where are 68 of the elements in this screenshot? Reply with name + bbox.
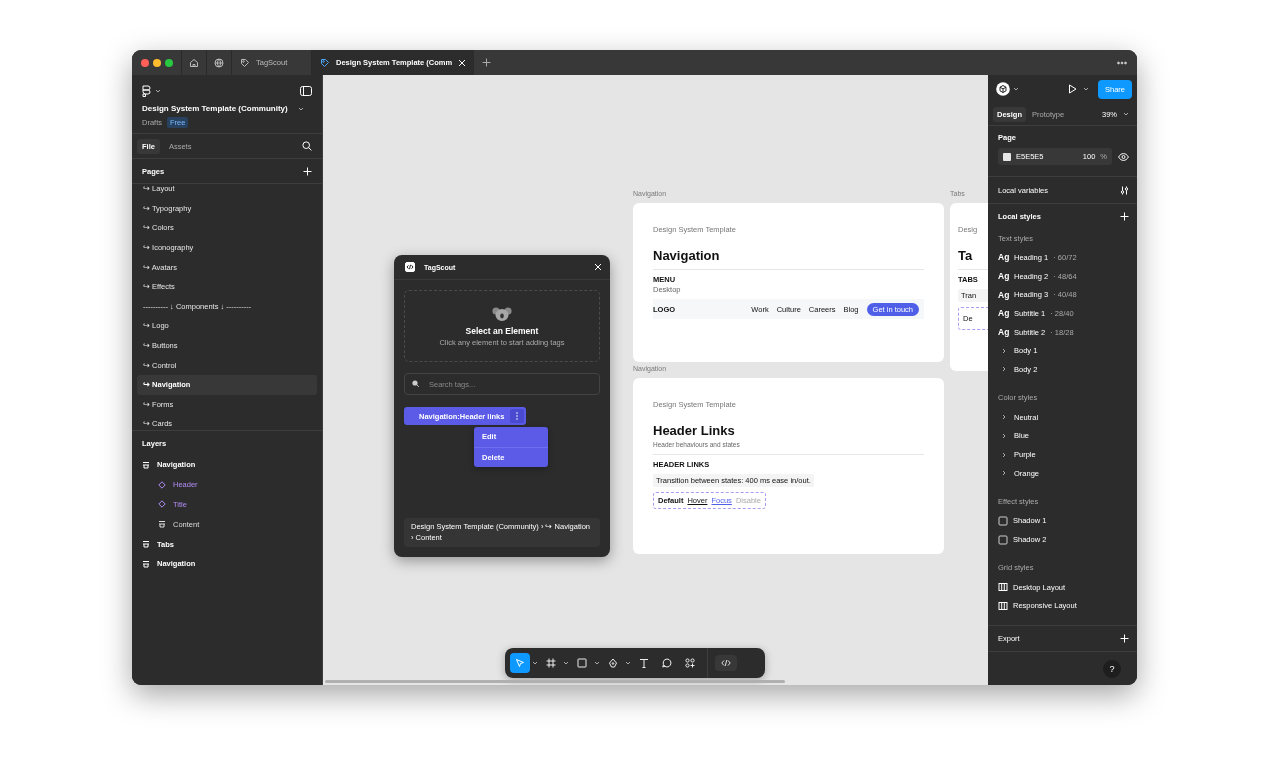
shapes-icon[interactable]	[685, 658, 695, 668]
pen-icon[interactable]	[608, 658, 618, 668]
chevron-icon[interactable]	[1013, 87, 1019, 91]
close-button[interactable]	[141, 58, 149, 67]
tool-button[interactable]	[510, 653, 530, 673]
text-style-sample: Ag	[998, 308, 1009, 319]
scrollbar[interactable]	[325, 680, 785, 683]
comment-icon[interactable]	[662, 658, 672, 668]
sliders-icon[interactable]	[1120, 185, 1129, 195]
zoom-button[interactable]	[165, 58, 173, 67]
sidebar-icon[interactable]	[300, 86, 312, 96]
code-icon	[405, 262, 415, 272]
frame-heading: Navigation	[653, 248, 721, 263]
grid-icon	[998, 582, 1008, 593]
text-style-sample: Ag	[998, 271, 1009, 282]
text-style-sample: Ag	[998, 327, 1009, 338]
koala-icon	[492, 305, 512, 322]
chevron-icon[interactable]	[563, 661, 569, 665]
eye-icon[interactable]	[1118, 152, 1129, 161]
kebab-drawing	[516, 412, 519, 420]
diamond-icon	[158, 500, 166, 509]
search-icon	[412, 380, 419, 387]
square-icon	[998, 534, 1008, 545]
frame-icon	[142, 540, 150, 549]
help-button[interactable]: ?	[1103, 659, 1121, 678]
diamond-icon	[158, 480, 166, 489]
chevron-icon[interactable]	[297, 106, 304, 111]
chevron-icon[interactable]	[155, 89, 161, 93]
grid-icon	[998, 600, 1008, 611]
square-icon[interactable]	[577, 658, 587, 668]
code-icon	[721, 659, 731, 667]
file-title[interactable]: Design System Template (Community)	[142, 104, 288, 113]
home-icon[interactable]	[189, 57, 199, 68]
close-icon[interactable]	[594, 263, 602, 271]
text-icon[interactable]	[639, 658, 649, 668]
chevron-icon[interactable]	[1001, 414, 1006, 421]
frame-heading: Header Links	[653, 423, 736, 438]
chevron-icon[interactable]	[625, 661, 631, 665]
chevron-icon[interactable]	[1001, 347, 1006, 354]
close-icon[interactable]	[458, 58, 467, 67]
chevron-icon[interactable]	[1001, 470, 1006, 477]
more-icon[interactable]	[1117, 60, 1127, 65]
text-style-sample: Ag	[998, 289, 1009, 300]
chevron-icon[interactable]	[1001, 451, 1006, 458]
text-style-sample: Ag	[998, 252, 1009, 263]
frame-icon	[142, 460, 150, 469]
frame-heading: Ta	[958, 248, 974, 263]
frame-icon	[158, 520, 166, 529]
cube-icon[interactable]	[996, 82, 1010, 96]
chevron-icon[interactable]	[1001, 366, 1006, 373]
dev-mode-toggle[interactable]	[715, 655, 737, 671]
globe-icon[interactable]	[214, 57, 224, 68]
chevron-icon[interactable]	[1001, 432, 1006, 439]
empty-state-title: Select an Element	[465, 326, 539, 336]
minimize-button[interactable]	[153, 58, 161, 67]
tag-icon[interactable]	[320, 57, 330, 68]
play-icon[interactable]	[1068, 84, 1077, 94]
chevron-icon[interactable]	[1083, 87, 1089, 91]
chevron-icon[interactable]	[594, 661, 600, 665]
square-icon	[998, 515, 1008, 526]
tag-icon[interactable]	[240, 57, 250, 68]
logo-icon[interactable]	[142, 85, 151, 97]
frame-icon[interactable]	[546, 658, 556, 668]
chevron-icon[interactable]	[1123, 112, 1129, 116]
frame-icon	[142, 559, 150, 568]
color-swatch[interactable]	[1003, 152, 1011, 161]
chevron-icon[interactable]	[532, 661, 538, 665]
search-icon[interactable]	[302, 141, 312, 151]
